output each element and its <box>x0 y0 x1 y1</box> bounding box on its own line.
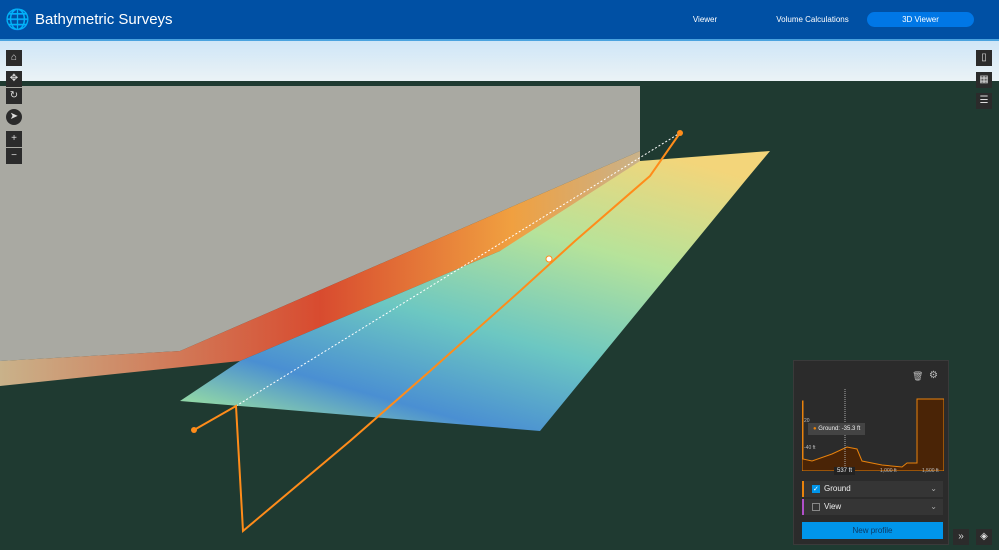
ground-profile-area <box>802 398 944 471</box>
basemap-icon[interactable]: ▦ <box>976 72 992 88</box>
sky <box>0 41 999 86</box>
layers-icon[interactable]: ◈ <box>976 529 992 545</box>
layer-list-icon[interactable]: ☰ <box>976 93 992 109</box>
y-label: -40 ft <box>804 445 816 451</box>
zoom-out-icon[interactable]: − <box>6 148 22 164</box>
nav-viewer[interactable]: Viewer <box>660 12 750 27</box>
ground-checkbox[interactable]: ✓ <box>812 485 820 493</box>
zoom-in-icon[interactable]: + <box>6 131 22 147</box>
globe-person-icon: 🌐 <box>5 8 30 31</box>
settings-icon[interactable]: ⚙ <box>929 370 938 381</box>
profile-start-point[interactable] <box>191 427 197 433</box>
rotate-icon[interactable]: ↻ <box>6 88 22 104</box>
view-checkbox[interactable] <box>812 503 820 511</box>
line-view[interactable]: View ⌄ <box>802 499 943 515</box>
new-profile-button[interactable]: New profile <box>802 522 943 539</box>
x-label: 1,500 ft <box>922 468 939 474</box>
trash-icon[interactable]: 🗑 <box>912 371 923 382</box>
view-label: View <box>824 502 842 511</box>
app-header: 🌐 Bathymetric Surveys Viewer Volume Calc… <box>0 0 999 41</box>
profile-tooltip: ● Ground: -35.3 ft <box>808 423 866 435</box>
profile-end-point[interactable] <box>677 130 683 136</box>
elevation-profile-panel: 🗑 ⚙ 20 -40 ft ● Ground: -35.3 ft 537 ft … <box>793 360 949 545</box>
chevron-down-icon[interactable]: ⌄ <box>930 499 937 515</box>
pan-icon[interactable]: ✥ <box>6 71 22 87</box>
line-ground[interactable]: ✓ Ground ⌄ <box>802 481 943 497</box>
ground-label: Ground <box>824 484 851 493</box>
profile-hover-point <box>545 255 553 263</box>
x-label-hover: 537 ft <box>834 467 856 475</box>
nav-volume-calculations[interactable]: Volume Calculations <box>760 12 865 27</box>
chevron-down-icon[interactable]: ⌄ <box>930 481 937 497</box>
expand-icon[interactable]: » <box>953 529 969 545</box>
home-icon[interactable]: ⌂ <box>6 50 22 66</box>
bookmark-icon[interactable]: ▯ <box>976 50 992 66</box>
compass-icon[interactable]: ➤ <box>6 109 22 125</box>
app-title: Bathymetric Surveys <box>35 11 173 28</box>
x-label: 1,000 ft <box>880 468 897 474</box>
nav-3d-viewer[interactable]: 3D Viewer <box>867 12 974 27</box>
